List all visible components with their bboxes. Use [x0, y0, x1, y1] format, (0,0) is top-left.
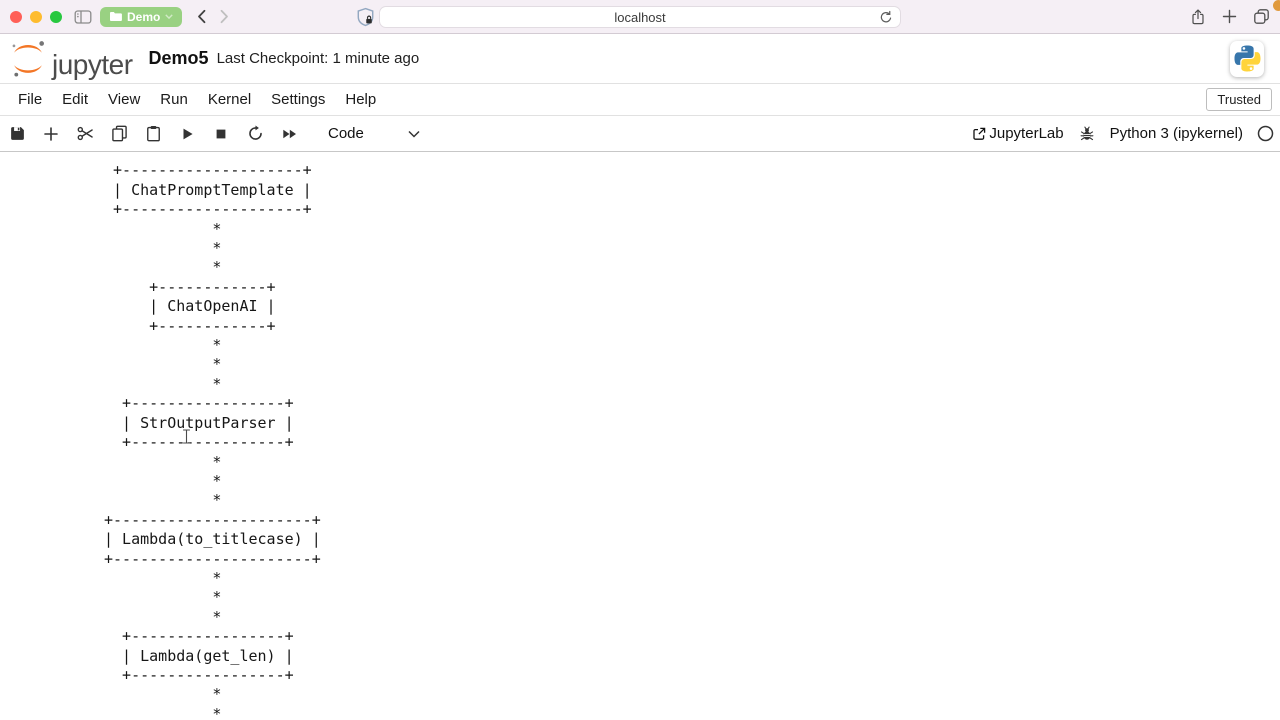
tab-overview-button[interactable]	[1253, 8, 1270, 25]
jupyter-header: jupyter Demo5 Last Checkpoint: 1 minute …	[0, 34, 1280, 84]
cut-icon	[77, 125, 94, 142]
notebook-toolbar: Code JupyterLab Python 3 (ipykernel)	[0, 116, 1280, 152]
open-in-jupyterlab-link[interactable]: JupyterLab	[971, 125, 1064, 142]
checkpoint-status: Last Checkpoint: 1 minute ago	[216, 50, 420, 67]
tab-overview-icon	[1253, 8, 1270, 25]
restart-icon	[247, 125, 264, 142]
restart-run-all-button[interactable]	[280, 125, 298, 143]
privacy-report-button[interactable]	[356, 7, 375, 28]
insert-cell-button[interactable]	[42, 125, 60, 143]
back-button[interactable]	[196, 9, 207, 24]
sidebar-toggle-button[interactable]	[74, 9, 92, 25]
kernel-status-icon	[1257, 125, 1274, 142]
jupyter-logo-icon	[10, 39, 46, 79]
text-cursor	[182, 429, 191, 444]
new-tab-button[interactable]	[1222, 9, 1237, 24]
chevron-down-icon	[165, 14, 174, 19]
menu-view[interactable]: View	[98, 86, 150, 113]
reload-button[interactable]	[879, 10, 893, 25]
share-icon	[1190, 8, 1206, 26]
address-url: localhost	[614, 9, 666, 25]
restart-run-all-icon	[281, 126, 298, 142]
menu-help[interactable]: Help	[335, 86, 386, 113]
debugger-button[interactable]	[1078, 125, 1096, 143]
copy-icon	[111, 125, 128, 142]
cut-cell-button[interactable]	[76, 125, 94, 143]
forward-button[interactable]	[219, 9, 230, 24]
restart-kernel-button[interactable]	[246, 125, 264, 143]
address-bar[interactable]: localhost	[379, 6, 901, 28]
jupyter-logo[interactable]: jupyter	[10, 39, 133, 80]
copy-cell-button[interactable]	[110, 125, 128, 143]
interrupt-kernel-button[interactable]	[212, 125, 230, 143]
browser-tab-demo[interactable]: Demo	[100, 6, 183, 27]
insert-cell-icon	[43, 126, 59, 142]
reload-icon	[879, 10, 893, 25]
cell-type-value: Code	[328, 125, 364, 142]
jupyter-wordmark: jupyter	[52, 48, 133, 80]
tab-label: Demo	[127, 9, 161, 24]
cell-output-ascii-graph[interactable]: * +--------------------+ | ChatPromptTem…	[104, 152, 1280, 720]
paste-icon	[145, 125, 162, 142]
share-button[interactable]	[1190, 8, 1206, 26]
safari-window: Demo localhost jupyter Demo5 Last Checkp…	[0, 0, 1280, 720]
python-logo	[1230, 40, 1264, 77]
menu-settings[interactable]: Settings	[261, 86, 335, 113]
interrupt-icon	[213, 126, 229, 142]
save-button[interactable]	[8, 125, 26, 143]
zoom-window-button[interactable]	[50, 10, 62, 23]
menu-edit[interactable]: Edit	[52, 86, 98, 113]
run-cell-button[interactable]	[178, 125, 196, 143]
notification-badge	[1273, 0, 1280, 11]
menu-run[interactable]: Run	[150, 86, 198, 113]
trusted-button[interactable]: Trusted	[1206, 88, 1272, 111]
jupyterlab-link-label: JupyterLab	[989, 125, 1064, 142]
kernel-name[interactable]: Python 3 (ipykernel)	[1110, 125, 1243, 142]
cell-type-dropdown[interactable]: Code	[328, 125, 420, 142]
folder-icon	[109, 11, 122, 22]
notebook-menubar: File Edit View Run Kernel Settings Help …	[0, 84, 1280, 116]
privacy-shield-icon	[356, 7, 375, 28]
menu-kernel[interactable]: Kernel	[198, 86, 261, 113]
new-tab-icon	[1222, 9, 1237, 24]
chevron-down-icon	[408, 130, 420, 138]
forward-icon	[219, 9, 230, 24]
save-icon	[9, 125, 26, 142]
browser-chrome: Demo localhost	[0, 0, 1280, 34]
external-link-icon	[971, 126, 987, 142]
menu-file[interactable]: File	[8, 86, 52, 113]
notebook-title[interactable]: Demo5	[149, 48, 209, 69]
run-icon	[179, 126, 195, 142]
debugger-icon	[1079, 126, 1095, 142]
traffic-lights	[10, 10, 62, 23]
paste-cell-button[interactable]	[144, 125, 162, 143]
back-icon	[196, 9, 207, 24]
close-window-button[interactable]	[10, 10, 22, 23]
sidebar-toggle-icon	[74, 9, 92, 25]
notebook-content-area: * +--------------------+ | ChatPromptTem…	[0, 152, 1280, 720]
minimize-window-button[interactable]	[30, 10, 42, 23]
